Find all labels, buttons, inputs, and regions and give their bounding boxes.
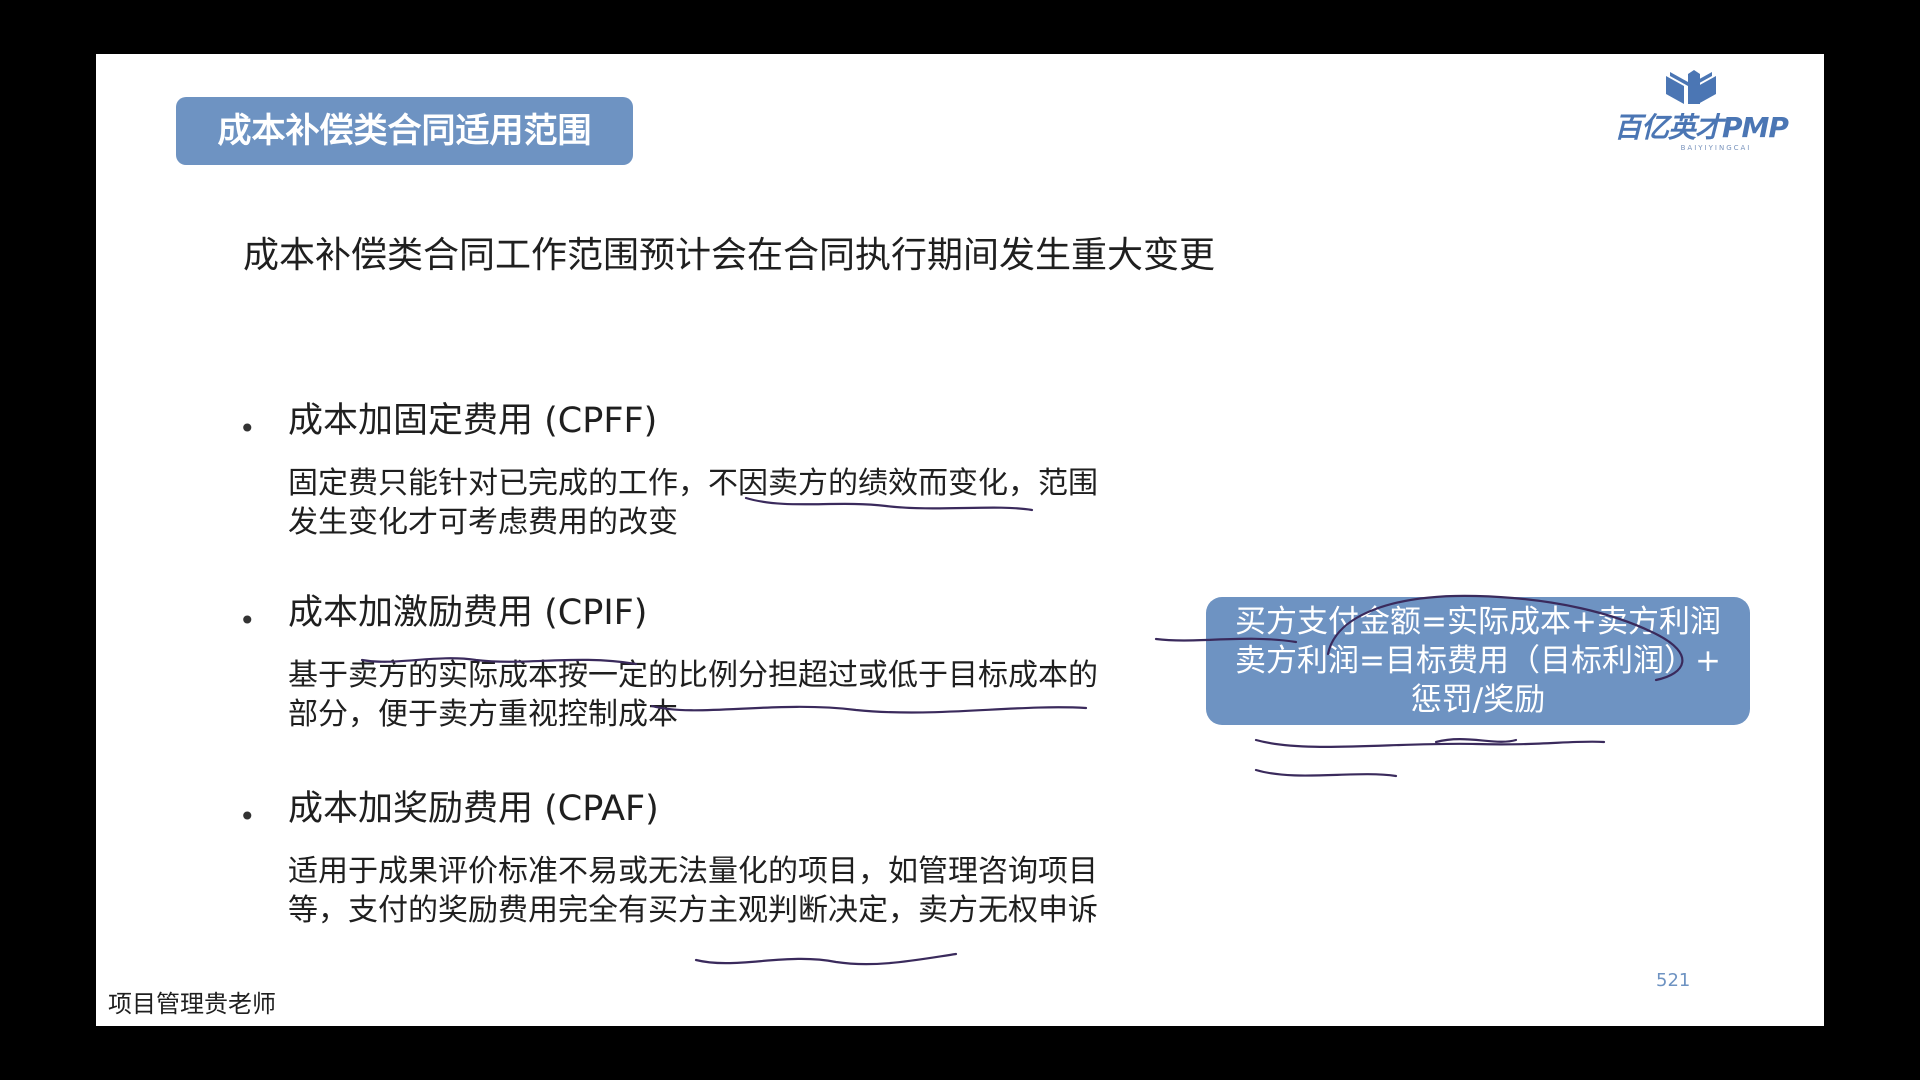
desc-line: 发生变化才可考虑费用的改变	[288, 505, 678, 540]
desc-line: 基于卖方的实际成本按一定的比例分担超过或低于目标成本的	[288, 658, 1098, 693]
formula-line: 惩罚/奖励	[1410, 682, 1546, 718]
slide: 成本补偿类合同适用范围 百亿英才PMP BAIYIYINGCAI 成本补偿类合同…	[96, 54, 1824, 1026]
logo-text: 百亿英才PMP	[1614, 111, 1789, 144]
logo: 百亿英才PMP BAIYIYINGCAI	[1596, 64, 1806, 159]
formula-box: 买方支付金额=实际成本+卖方利润 卖方利润=目标费用（目标利润）+ 惩罚/奖励	[1206, 597, 1750, 725]
footer-text: 项目管理贵老师	[108, 990, 276, 1018]
desc-line: 等，支付的奖励费用完全有买方主观判断决定，卖方无权申诉	[288, 893, 1098, 928]
logo-icon	[1666, 70, 1716, 104]
underline-stroke	[1254, 768, 1398, 778]
underline-stroke	[1254, 738, 1606, 748]
bullet-3: •	[239, 800, 256, 833]
desc-line: 部分，便于卖方重视控制成本	[288, 697, 678, 732]
slide-title: 成本补偿类合同适用范围	[176, 97, 633, 165]
item-desc-cpaf: 适用于成果评价标准不易或无法量化的项目，如管理咨询项目 等，支付的奖励费用完全有…	[288, 852, 1188, 930]
item-desc-cpif: 基于卖方的实际成本按一定的比例分担超过或低于目标成本的 部分，便于卖方重视控制成…	[288, 656, 1188, 734]
item-desc-cpff: 固定费只能针对已完成的工作，不因卖方的绩效而变化，范围 发生变化才可考虑费用的改…	[288, 464, 1188, 542]
underline-stroke	[1434, 738, 1518, 744]
intro-text: 成本补偿类合同工作范围预计会在合同执行期间发生重大变更	[243, 235, 1216, 276]
formula-line: 卖方利润=目标费用（目标利润）+	[1235, 643, 1721, 679]
bullet-2: •	[239, 604, 256, 637]
formula-line: 买方支付金额=实际成本+卖方利润	[1235, 604, 1721, 640]
item-title-cpaf: 成本加奖励费用 (CPAF)	[288, 789, 659, 829]
item-title-cpff: 成本加固定费用 (CPFF)	[288, 401, 658, 441]
logo-subtext: BAIYIYINGCAI	[1680, 144, 1752, 152]
item-title-cpif: 成本加激励费用 (CPIF)	[288, 593, 648, 633]
underline-stroke	[694, 952, 958, 966]
bullet-1: •	[239, 412, 256, 445]
page-number: 521	[1656, 970, 1691, 991]
desc-line: 适用于成果评价标准不易或无法量化的项目，如管理咨询项目	[288, 854, 1098, 889]
desc-line: 固定费只能针对已完成的工作，不因卖方的绩效而变化，范围	[288, 466, 1098, 501]
